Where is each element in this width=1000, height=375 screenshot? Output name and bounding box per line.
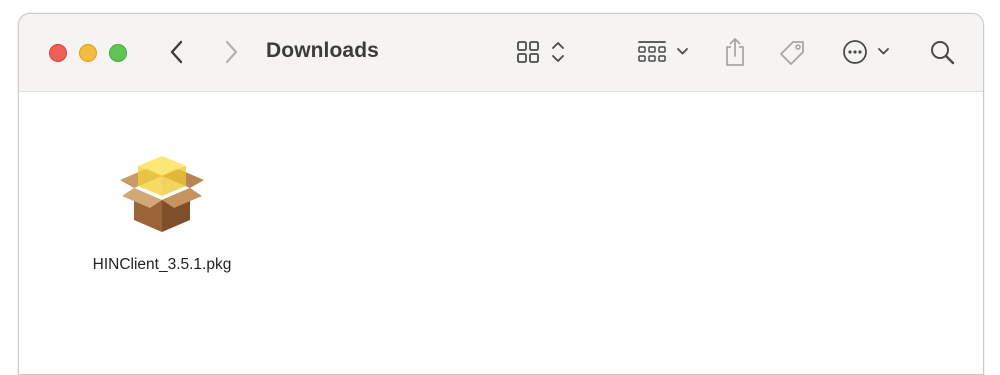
- tag-button[interactable]: [776, 36, 810, 68]
- view-mode-button[interactable]: [515, 36, 569, 68]
- search-icon: [931, 41, 955, 65]
- share-button[interactable]: [721, 36, 749, 68]
- window-title: Downloads: [266, 39, 379, 62]
- more-actions-button[interactable]: [841, 36, 893, 68]
- back-button[interactable]: [165, 36, 189, 68]
- ellipsis-circle-icon: [843, 40, 889, 64]
- package-icon: [120, 156, 204, 232]
- share-icon: [726, 38, 744, 66]
- chevron-left-icon: [170, 40, 183, 64]
- icon-grid-view-icon: [517, 41, 564, 63]
- finder-window: Downloads HINClient_3.5.1.pkg: [18, 13, 984, 375]
- minimize-window-button[interactable]: [79, 44, 97, 62]
- group-by-button[interactable]: [637, 36, 693, 68]
- close-window-button[interactable]: [49, 44, 67, 62]
- chevron-right-icon: [225, 40, 238, 64]
- file-item[interactable]: HINClient_3.5.1.pkg: [83, 146, 241, 275]
- search-button[interactable]: [927, 36, 957, 68]
- forward-button[interactable]: [219, 36, 243, 68]
- file-name-label: HINClient_3.5.1.pkg: [92, 256, 232, 273]
- file-browser-content: HINClient_3.5.1.pkg: [19, 92, 983, 374]
- zoom-window-button[interactable]: [109, 44, 127, 62]
- tag-icon: [780, 41, 804, 65]
- group-by-icon: [638, 41, 688, 62]
- toolbar: Downloads: [19, 14, 983, 92]
